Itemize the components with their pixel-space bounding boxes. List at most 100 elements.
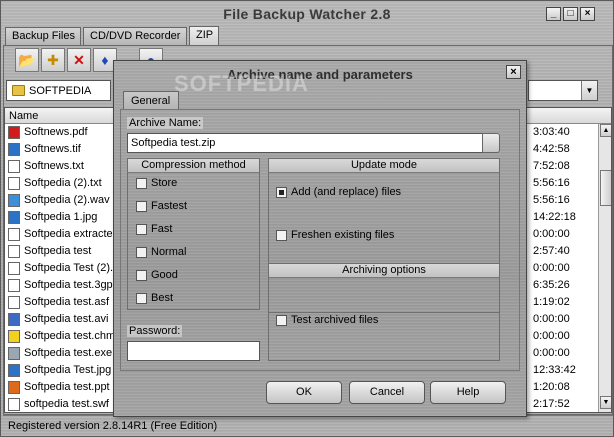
file-time: 5:56:16	[533, 194, 570, 206]
add-folder-icon[interactable]: ✚	[41, 48, 65, 72]
file-time: 0:00:00	[533, 262, 570, 274]
checkbox[interactable]	[136, 270, 147, 281]
file-name: Softpedia 1.jpg	[24, 211, 98, 223]
file-name: Softpedia Test.jpg	[24, 364, 112, 376]
file-name: Softpedia test.avi	[24, 313, 109, 325]
option-label: Test archived files	[291, 314, 379, 326]
tab-zip[interactable]: ZIP	[189, 26, 219, 45]
file-name: Softpedia test.ppt	[24, 381, 110, 393]
checkbox[interactable]	[136, 224, 147, 235]
file-name: Softpedia test.asf	[24, 296, 109, 308]
tab-general[interactable]: General	[123, 91, 179, 110]
ok-button[interactable]: OK	[266, 381, 342, 404]
browse-button[interactable]	[482, 133, 500, 153]
file-name: Softpedia (2).wav	[24, 194, 110, 206]
option-label: Best	[151, 292, 174, 304]
file-time: 6:35:26	[533, 279, 570, 291]
file-icon	[8, 228, 20, 241]
file-icon	[8, 398, 20, 411]
checkbox[interactable]	[136, 178, 147, 189]
ppt-file-icon	[8, 381, 20, 394]
option-label: Normal	[151, 246, 187, 258]
archive-name-label: Archive Name:	[127, 117, 204, 129]
text-file-icon	[8, 177, 20, 190]
password-input[interactable]	[127, 341, 260, 361]
video-file-icon	[8, 313, 20, 326]
chevron-down-icon[interactable]: ▼	[581, 81, 597, 100]
file-time: 4:42:58	[533, 143, 570, 155]
file-time: 5:56:16	[533, 177, 570, 189]
maximize-icon[interactable]: □	[563, 7, 578, 21]
app-title: File Backup Watcher 2.8	[223, 6, 391, 22]
image-icon	[8, 211, 20, 224]
vertical-scrollbar[interactable]: ▲ ▼	[598, 124, 611, 412]
file-time: 1:19:02	[533, 296, 570, 308]
path-value: SOFTPEDIA	[29, 85, 92, 97]
file-name: Softpedia Test (2).a	[24, 262, 120, 274]
open-folder-icon[interactable]: 📂	[15, 48, 39, 72]
option-label: Add (and replace) files	[291, 186, 402, 198]
file-time: 2:57:40	[533, 245, 570, 257]
help-button[interactable]: Help	[430, 381, 506, 404]
file-name: Softnews.txt	[24, 160, 84, 172]
file-time: 14:22:18	[533, 211, 576, 223]
exe-file-icon	[8, 347, 20, 360]
checkbox[interactable]	[136, 247, 147, 258]
path-combo[interactable]: SOFTPEDIA	[6, 80, 111, 101]
archive-name-input[interactable]: Softpedia test.zip	[127, 133, 483, 153]
filter-combo[interactable]: ▼	[528, 80, 598, 101]
option-label: Fast	[151, 223, 173, 235]
password-label: Password:	[127, 325, 183, 337]
tab-backup-files[interactable]: Backup Files	[5, 27, 81, 45]
checkbox[interactable]	[136, 201, 147, 212]
scroll-down-icon[interactable]: ▼	[600, 396, 611, 409]
file-icon	[8, 262, 20, 275]
file-name: Softpedia test.exe	[24, 347, 113, 359]
checkbox[interactable]	[136, 293, 147, 304]
archive-dialog: Archive name and parameters × General Ar…	[113, 60, 527, 417]
file-name: Softnews.tif	[24, 143, 81, 155]
delete-icon[interactable]: ✕	[67, 48, 91, 72]
dialog-close-icon[interactable]: ×	[506, 65, 521, 79]
main-tabs: Backup Files CD/DVD Recorder ZIP	[3, 26, 613, 45]
cancel-button[interactable]: Cancel	[349, 381, 425, 404]
file-name: Softpedia test	[24, 245, 92, 257]
file-name: Softpedia test.3gp	[24, 279, 113, 291]
file-time: 0:00:00	[533, 228, 570, 240]
image-icon	[8, 143, 20, 156]
option-label: Freshen existing files	[291, 229, 395, 241]
scrollbar-thumb[interactable]	[600, 170, 611, 206]
file-time: 1:20:08	[533, 381, 570, 393]
checkbox[interactable]	[276, 315, 287, 326]
minimize-icon[interactable]: _	[546, 7, 561, 21]
image-icon	[8, 364, 20, 377]
text-file-icon	[8, 160, 20, 173]
file-name: Softpedia (2).txt	[24, 177, 102, 189]
close-icon[interactable]: ×	[580, 7, 595, 21]
file-icon	[8, 245, 20, 258]
option-label: Store	[151, 177, 178, 189]
option-label: Fastest	[151, 200, 188, 212]
checkbox[interactable]	[276, 230, 287, 241]
file-icon	[8, 279, 20, 292]
file-time: 3:03:40	[533, 126, 570, 138]
update-mode-title: Update mode	[269, 159, 499, 173]
status-text: Registered version 2.8.14R1 (Free Editio…	[8, 420, 218, 432]
file-time: 7:52:08	[533, 160, 570, 172]
audio-file-icon	[8, 194, 20, 207]
file-time: 0:00:00	[533, 330, 570, 342]
watermark: SOFTPEDIA	[174, 71, 309, 96]
compression-title: Compression method	[128, 159, 259, 173]
file-name: Softnews.pdf	[24, 126, 88, 138]
archiving-options-group: Archiving options Test archived files	[268, 263, 500, 361]
file-time: 2:17:52	[533, 398, 570, 410]
file-time: 12:33:42	[533, 364, 576, 376]
column-header-name[interactable]: Name	[9, 110, 38, 122]
checkbox-checked[interactable]	[276, 187, 287, 198]
file-name: Softpedia test.chm	[24, 330, 116, 342]
file-time: 0:00:00	[533, 347, 570, 359]
scroll-up-icon[interactable]: ▲	[600, 124, 611, 137]
option-label: Good	[151, 269, 178, 281]
file-name: Softpedia extracted	[24, 228, 119, 240]
tab-cd-dvd-recorder[interactable]: CD/DVD Recorder	[83, 27, 187, 45]
